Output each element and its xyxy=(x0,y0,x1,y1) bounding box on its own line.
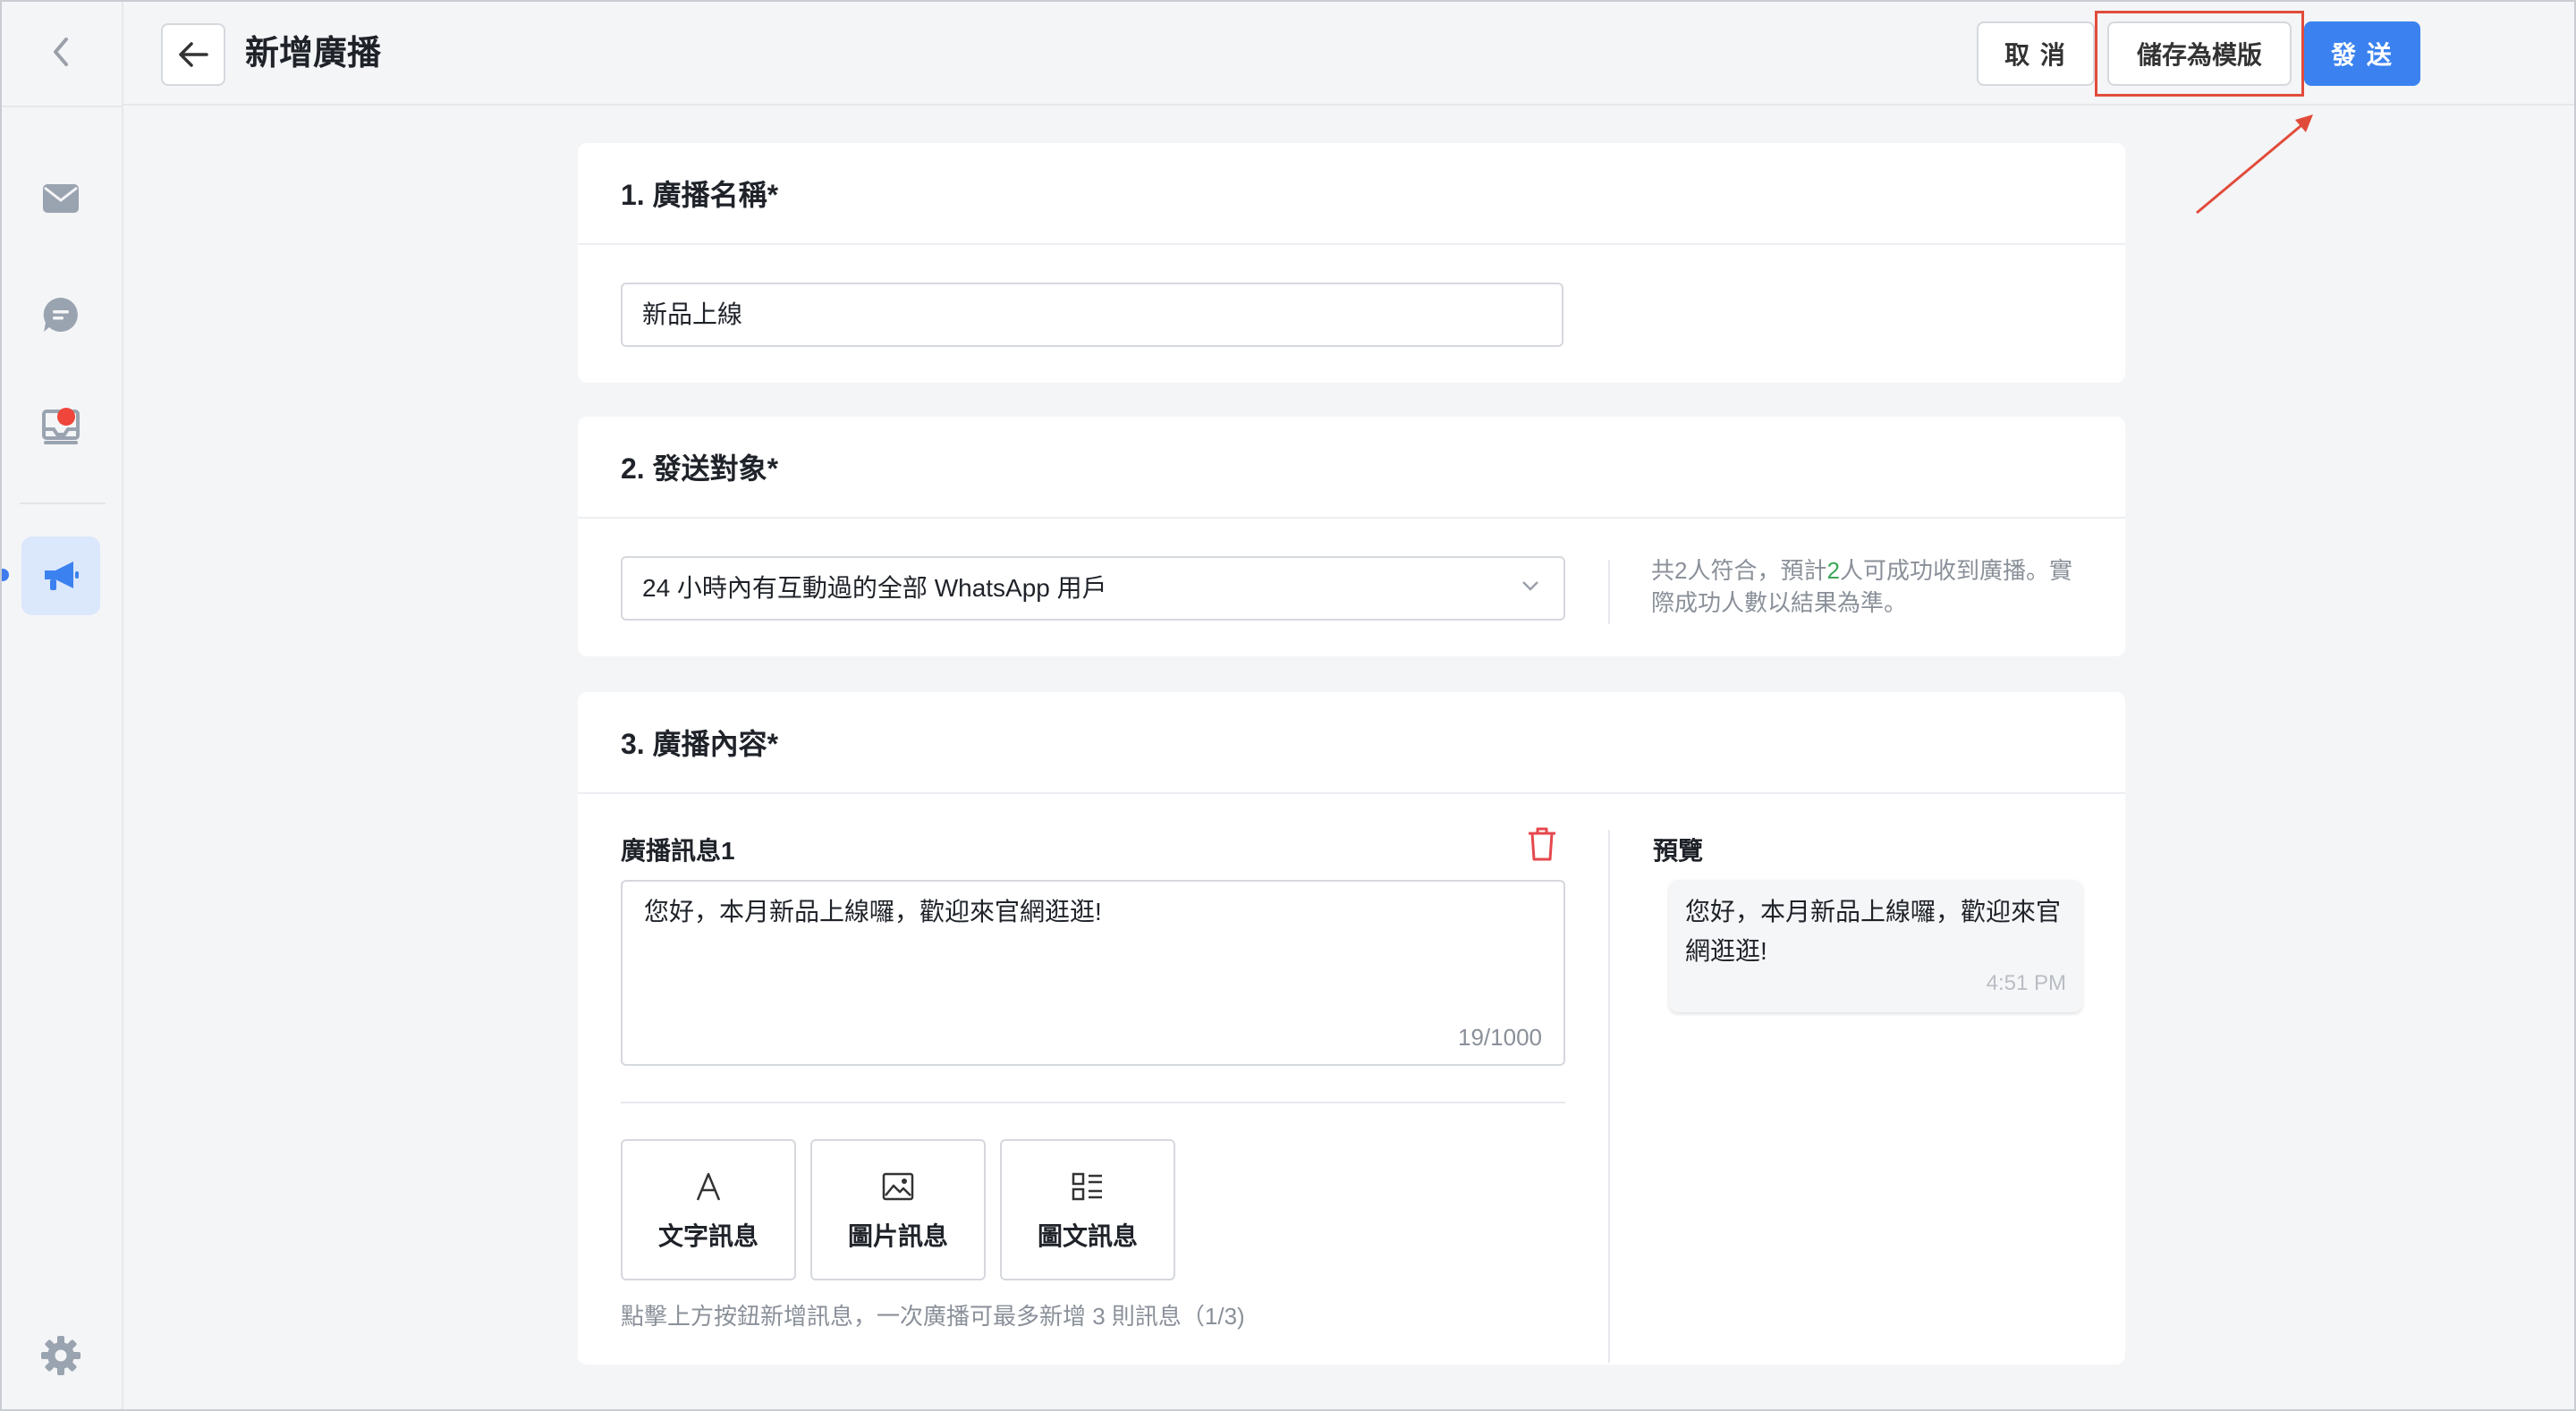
message-text: 您好，本月新品上線囉，歡迎來官網逛逛! xyxy=(644,898,1102,925)
sidebar-divider xyxy=(20,503,106,504)
annotation-arrow-icon xyxy=(2196,114,2313,215)
button-label: 文字訊息 xyxy=(657,1222,758,1250)
active-indicator xyxy=(2,569,9,581)
chevron-down-icon xyxy=(1522,581,1538,591)
preview-text: 您好，本月新品上線囉，歡迎來官網逛逛! xyxy=(1685,898,2062,965)
image-text-icon xyxy=(1072,1172,1102,1201)
broadcast-name-input[interactable]: 新品上線 xyxy=(621,283,1563,347)
collapse-sidebar-button[interactable] xyxy=(38,29,84,75)
cancel-button[interactable]: 取 消 xyxy=(1977,21,2095,86)
megaphone-icon xyxy=(45,562,79,590)
arrow-left-icon xyxy=(179,42,208,67)
button-label: 圖片訊息 xyxy=(847,1222,948,1250)
section-title: 3. 廣播內容* xyxy=(578,692,2125,794)
audience-select[interactable]: 24 小時內有互動過的全部 WhatsApp 用戶 xyxy=(621,556,1565,621)
add-text-message-button[interactable]: 文字訊息 xyxy=(621,1139,796,1280)
add-message-hint: 點擊上方按鈕新增訊息，一次廣播可最多新增 3 則訊息（1/3) xyxy=(621,1303,1245,1330)
trash-icon xyxy=(1529,827,1555,861)
chevron-left-icon xyxy=(54,38,68,66)
delete-message-button[interactable] xyxy=(1526,826,1558,866)
hint-prefix: 共2人符合，預計 xyxy=(1651,557,1827,584)
message-textarea[interactable]: 您好，本月新品上線囉，歡迎來官網逛逛! 19/1000 xyxy=(621,880,1565,1066)
sidebar-item-inbox[interactable] xyxy=(21,386,100,465)
hint-count: 2 xyxy=(1826,557,1840,584)
page-title: 新增廣播 xyxy=(245,35,382,72)
gear-icon xyxy=(41,1336,80,1375)
audience-section: 2. 發送對象* 24 小時內有互動過的全部 WhatsApp 用戶 共2人符合… xyxy=(578,417,2125,656)
section-title: 1. 廣播名稱* xyxy=(578,143,2125,245)
text-icon xyxy=(696,1172,721,1201)
preview-label: 預覽 xyxy=(1653,837,1704,865)
divider xyxy=(621,1102,1565,1103)
back-button[interactable] xyxy=(161,23,225,86)
sidebar-item-mail[interactable] xyxy=(21,159,100,238)
message-label: 廣播訊息1 xyxy=(621,837,735,865)
sidebar-item-chat[interactable] xyxy=(21,275,100,354)
broadcast-content-section: 3. 廣播內容* 廣播訊息1 您好，本月新品上線囉，歡迎來官網逛逛! 19/10… xyxy=(578,692,2125,1365)
sidebar xyxy=(2,2,123,1409)
mail-icon xyxy=(43,184,79,213)
section-title: 2. 發送對象* xyxy=(578,417,2125,519)
preview-timestamp: 4:51 PM xyxy=(1986,971,2066,995)
send-button[interactable]: 發 送 xyxy=(2304,21,2420,86)
add-image-message-button[interactable]: 圖片訊息 xyxy=(810,1139,986,1280)
preview-message-bubble: 您好，本月新品上線囉，歡迎來官網逛逛! 4:51 PM xyxy=(1669,880,2082,1012)
notification-badge xyxy=(57,408,75,426)
vertical-divider xyxy=(1608,560,1610,624)
add-rich-message-button[interactable]: 圖文訊息 xyxy=(1000,1139,1175,1280)
button-label: 圖文訊息 xyxy=(1037,1222,1138,1250)
app-window: 新增廣播 取 消 儲存為模版 發 送 1. 廣播名稱* 新品上線 2. 發送對象… xyxy=(2,2,2574,1409)
sidebar-item-settings[interactable] xyxy=(21,1316,100,1395)
image-icon xyxy=(882,1172,914,1201)
char-counter: 19/1000 xyxy=(1458,1024,1542,1051)
sidebar-item-broadcast[interactable] xyxy=(21,537,100,615)
highlight-annotation-box xyxy=(2095,11,2304,97)
audience-select-value: 24 小時內有互動過的全部 WhatsApp 用戶 xyxy=(642,574,1107,602)
chat-icon xyxy=(43,297,78,332)
sidebar-divider xyxy=(2,106,123,107)
audience-hint: 共2人符合，預計2人可成功收到廣播。實際成功人數以結果為準。 xyxy=(1651,554,2080,619)
vertical-divider xyxy=(1608,830,1610,1363)
broadcast-name-section: 1. 廣播名稱* 新品上線 xyxy=(578,143,2125,383)
